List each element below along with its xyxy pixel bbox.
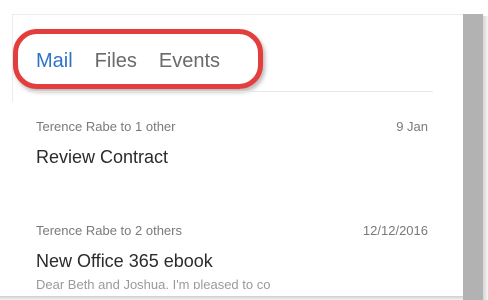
panel-left-border	[12, 14, 13, 102]
tab-events[interactable]: Events	[159, 46, 220, 76]
message-meta: Terence Rabe to 2 others 12/12/2016	[36, 222, 428, 240]
message-sender: Terence Rabe to 1 other	[36, 119, 176, 134]
message-subject: New Office 365 ebook	[36, 251, 213, 271]
search-results-panel: Mail Files Events Terence Rabe to 1 othe…	[0, 0, 488, 300]
message-sender: Terence Rabe to 2 others	[36, 223, 182, 238]
message-subject: Review Contract	[36, 147, 169, 167]
message-date: 9 Jan	[396, 119, 428, 134]
message-date: 12/12/2016	[362, 223, 428, 238]
message-preview: Dear Beth and Joshua, I'm pleased to co	[36, 277, 271, 289]
result-tabs: Mail Files Events	[36, 46, 220, 76]
tab-mail[interactable]: Mail	[36, 46, 73, 76]
message-meta: Terence Rabe to 1 other 9 Jan	[36, 118, 428, 136]
panel-right-shadow	[483, 16, 488, 300]
tabs-divider	[28, 91, 433, 92]
message-list-item[interactable]: Terence Rabe to 2 others 12/12/2016 New …	[36, 222, 428, 289]
tab-files[interactable]: Files	[95, 46, 137, 76]
panel-top-border	[12, 0, 463, 15]
scrollbar[interactable]	[463, 14, 483, 300]
panel-bottom-shadow	[0, 296, 463, 300]
message-list-item[interactable]: Terence Rabe to 1 other 9 Jan Review Con…	[36, 118, 428, 169]
